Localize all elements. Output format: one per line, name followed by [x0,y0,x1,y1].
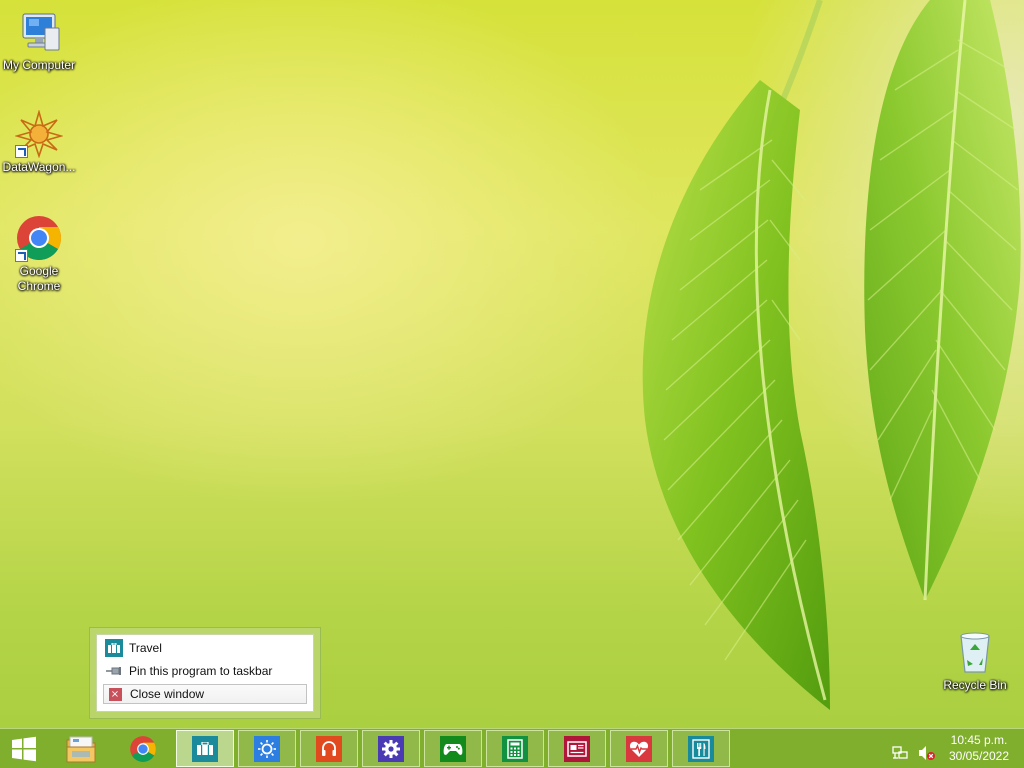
chrome-icon [15,214,63,262]
start-button[interactable] [0,730,48,767]
pin-icon [105,662,123,680]
taskbar-file-explorer[interactable] [52,730,110,767]
taskbar-jumplist: Travel Pin this program to taskbar × Clo… [89,627,321,719]
jumplist-app-item[interactable]: Travel [105,638,307,658]
clock-time: 10:45 p.m. [950,733,1008,747]
volume-muted-icon[interactable] [916,743,938,763]
suitcase-icon [192,735,218,762]
shortcut-arrow-icon [15,249,28,262]
wallpaper-leaves [642,0,1021,710]
chrome-icon [130,735,156,762]
sun-icon [254,735,280,762]
desktop-icon-recycle-bin[interactable]: Recycle Bin [936,628,1014,693]
taskbar-chrome[interactable] [114,730,172,767]
datawagon-icon [14,109,64,159]
desktop-icon-label: Recycle Bin [943,678,1007,692]
network-icon[interactable] [890,743,910,763]
clock-date: 30/05/2022 [948,749,1010,763]
jumplist-panel: Travel Pin this program to taskbar × Clo… [96,634,314,712]
jumplist-pin-item[interactable]: Pin this program to taskbar [105,661,307,681]
jumplist-pin-label: Pin this program to taskbar [129,664,273,678]
gear-icon [378,735,404,762]
windows-logo-icon [12,736,36,761]
taskbar-app-health[interactable] [610,730,668,767]
desktop-icon-google-chrome[interactable]: Google Chrome [0,214,78,294]
suitcase-icon [105,639,123,657]
calculator-icon [502,735,528,762]
newspaper-icon [564,735,590,762]
jumplist-close-window-item[interactable]: × Close window [103,684,307,704]
system-tray [890,729,938,768]
heartbeat-icon [626,735,652,762]
taskbar-app-news[interactable] [548,730,606,767]
taskbar-clock[interactable]: 10:45 p.m. 30/05/2022 [944,732,1014,764]
desktop-icon-my-computer[interactable]: My Computer [0,8,78,73]
desktop-icon-datawagon[interactable]: DataWagon... [0,109,78,175]
taskbar-app-games[interactable] [424,730,482,767]
computer-icon [15,8,63,56]
taskbar-app-settings[interactable] [362,730,420,767]
taskbar: 10:45 p.m. 30/05/2022 [0,728,1024,768]
close-icon: × [106,685,124,703]
taskbar-app-music[interactable] [300,730,358,767]
gamepad-icon [440,735,466,762]
recycle-bin-icon [951,628,999,676]
fork-knife-icon [688,735,714,762]
taskbar-app-travel[interactable] [176,730,234,767]
shortcut-arrow-icon [15,145,28,158]
desktop-icon-label: My Computer [2,58,76,72]
taskbar-app-food[interactable] [672,730,730,767]
desktop-icon-label: DataWagon... [2,160,76,174]
jumplist-close-label: Close window [130,687,205,701]
desktop: My Computer DataWagon... Google Chrome R… [0,0,1024,728]
jumplist-app-title: Travel [129,641,162,655]
desktop-icon-label: Google Chrome [17,264,61,293]
taskbar-app-calculator[interactable] [486,730,544,767]
taskbar-app-weather[interactable] [238,730,296,767]
headphones-icon [316,735,342,762]
folder-icon [66,736,96,762]
